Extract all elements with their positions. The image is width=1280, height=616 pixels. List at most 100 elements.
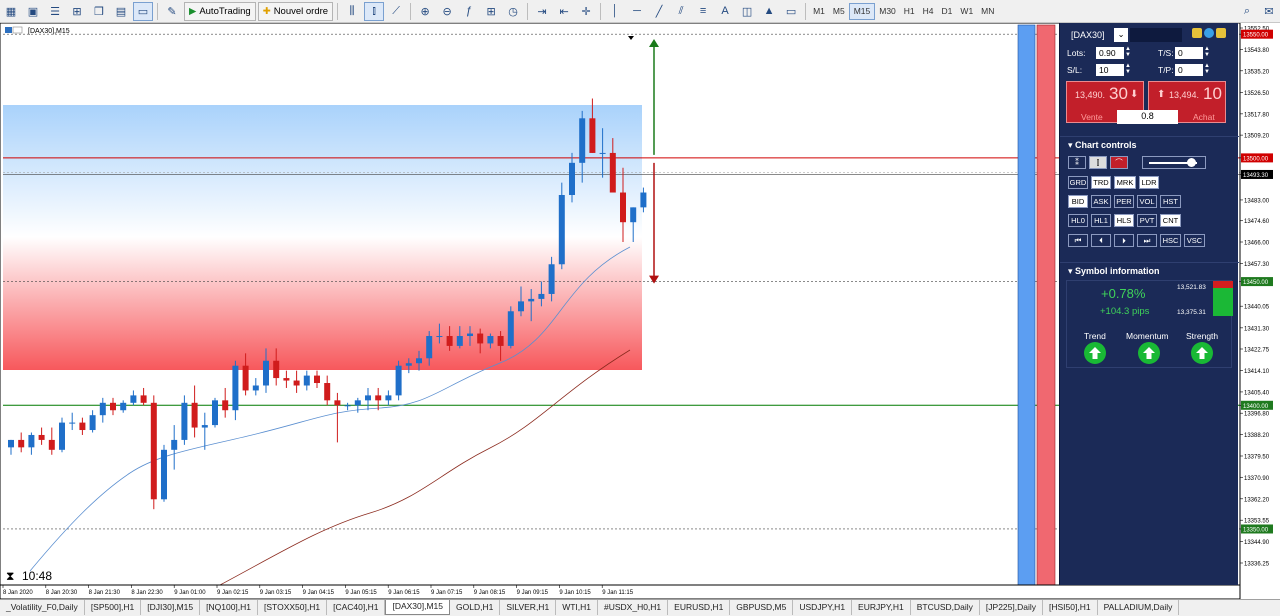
- timeframe-h4[interactable]: H4: [919, 3, 938, 20]
- zigzag-button[interactable]: ⁑: [1068, 156, 1086, 169]
- tp-input[interactable]: 0: [1175, 64, 1203, 76]
- chart-shift-icon[interactable]: ⇤: [554, 2, 574, 21]
- chart-tab[interactable]: [DAX30],M15: [385, 600, 451, 615]
- lots-stepper[interactable]: ▲ ▼: [1125, 46, 1131, 58]
- candles-button[interactable]: ⫿: [1089, 156, 1107, 169]
- text-icon[interactable]: A: [715, 2, 735, 21]
- new-order-button[interactable]: ✚ Nouvel ordre: [257, 1, 334, 21]
- chart-tab[interactable]: [HSI50],H1: [1043, 600, 1098, 615]
- chart-tab[interactable]: EURJPY,H1: [852, 600, 911, 615]
- zoom-out-icon[interactable]: ⊖: [437, 2, 457, 21]
- chart-tab[interactable]: WTI,H1: [556, 600, 598, 615]
- chart-tab[interactable]: BTCUSD,Daily: [911, 600, 980, 615]
- first-bar-button[interactable]: ⏮: [1068, 234, 1088, 247]
- terminal-icon[interactable]: ▤: [111, 2, 131, 21]
- shapes-icon[interactable]: ▲: [759, 2, 779, 21]
- cnt-button[interactable]: CNT: [1160, 214, 1181, 227]
- timeframe-w1[interactable]: W1: [956, 3, 977, 20]
- tp-stepper[interactable]: ▲ ▼: [1204, 63, 1210, 75]
- symbol-dropdown[interactable]: ⌄: [1114, 28, 1128, 42]
- pvt-button[interactable]: PVT: [1137, 214, 1157, 227]
- timeframe-m30[interactable]: M30: [875, 3, 900, 20]
- ts-input[interactable]: 0: [1175, 47, 1203, 59]
- line-chart-icon[interactable]: ⟋: [386, 2, 406, 21]
- hls-button[interactable]: HLS: [1114, 214, 1134, 227]
- hl0-button[interactable]: HL0: [1068, 214, 1088, 227]
- hsc-button[interactable]: HSC: [1160, 234, 1181, 247]
- chart-tab[interactable]: [NQ100],H1: [200, 600, 259, 615]
- symbol-input[interactable]: [1130, 28, 1182, 42]
- per-button[interactable]: PER: [1114, 195, 1134, 208]
- fibonacci-icon[interactable]: ≡: [693, 2, 713, 21]
- sl-input[interactable]: 10: [1096, 64, 1124, 76]
- tester-icon[interactable]: ▭: [133, 1, 153, 21]
- timeframe-m5[interactable]: M5: [829, 3, 849, 20]
- indicators-icon[interactable]: ƒ: [459, 2, 479, 21]
- data-window-icon[interactable]: ⊞: [67, 2, 87, 21]
- autotrading-button[interactable]: ▶ AutoTrading: [184, 1, 256, 21]
- lots-input[interactable]: 0.90: [1096, 47, 1124, 59]
- tile-windows-icon[interactable]: ⊞: [481, 2, 501, 21]
- channel-icon[interactable]: ⫽: [671, 2, 691, 21]
- sl-stepper[interactable]: ▲ ▼: [1125, 63, 1131, 75]
- hl1-button[interactable]: HL1: [1091, 214, 1111, 227]
- chart-tab[interactable]: GOLD,H1: [450, 600, 501, 615]
- chart-tab[interactable]: [DJI30],M15: [141, 600, 201, 615]
- info-icon[interactable]: [1204, 28, 1214, 38]
- chart-tab[interactable]: [SP500],H1: [85, 600, 142, 615]
- metaeditor-icon[interactable]: ✎: [162, 2, 182, 21]
- slider-thumb[interactable]: [1187, 158, 1196, 167]
- chart-tab[interactable]: SILVER,H1: [500, 600, 557, 615]
- horizontal-line-icon[interactable]: ─: [627, 2, 647, 21]
- search-icon[interactable]: ⌕: [1237, 2, 1257, 21]
- window-icon[interactable]: [1216, 28, 1226, 38]
- settings-icon[interactable]: [1192, 28, 1202, 38]
- chart-tab[interactable]: EURUSD,H1: [668, 600, 731, 615]
- autoscroll-icon[interactable]: ⇥: [532, 2, 552, 21]
- trendline-icon[interactable]: ╱: [649, 2, 669, 21]
- mrk-button[interactable]: MRK: [1114, 176, 1136, 189]
- curve-button[interactable]: ⌒: [1110, 156, 1128, 169]
- navigator-icon[interactable]: ❒: [89, 2, 109, 21]
- bid-button[interactable]: BID: [1068, 195, 1088, 208]
- ts-stepper[interactable]: ▲ ▼: [1204, 46, 1210, 58]
- zoom-in-icon[interactable]: ⊕: [415, 2, 435, 21]
- bar-chart-icon[interactable]: ⫼: [342, 2, 362, 21]
- chart-tab[interactable]: _Volatility_F0,Daily: [0, 600, 85, 615]
- chart-controls-header[interactable]: ▾ Chart controls: [1060, 136, 1239, 152]
- ask-button[interactable]: ASK: [1091, 195, 1111, 208]
- grd-button[interactable]: GRD: [1068, 176, 1088, 189]
- next-bar-button[interactable]: ⏵: [1114, 234, 1134, 247]
- chart-tab[interactable]: [STOXX50],H1: [258, 600, 328, 615]
- chart-tab[interactable]: [CAC40],H1: [327, 600, 386, 615]
- timeframe-d1[interactable]: D1: [938, 3, 957, 20]
- chat-icon[interactable]: ✉: [1259, 2, 1279, 21]
- chart-tab[interactable]: PALLADIUM,Daily: [1098, 600, 1180, 615]
- periods-icon[interactable]: ◷: [503, 2, 523, 21]
- vol-button[interactable]: VOL: [1137, 195, 1157, 208]
- rectangle-icon[interactable]: ▭: [781, 2, 801, 21]
- vertical-line-icon[interactable]: │: [605, 2, 625, 21]
- prev-bar-button[interactable]: ⏴: [1091, 234, 1111, 247]
- symbol-info-header[interactable]: ▾ Symbol information: [1060, 262, 1239, 278]
- new-chart-icon[interactable]: ▦: [1, 2, 21, 21]
- timeframe-m15[interactable]: M15: [848, 2, 876, 20]
- opacity-slider[interactable]: [1142, 156, 1206, 169]
- timeframe-mn[interactable]: MN: [977, 3, 998, 20]
- candlestick-icon[interactable]: ⫾: [364, 1, 385, 21]
- chart-tab[interactable]: USDJPY,H1: [793, 600, 853, 615]
- chart-tab[interactable]: #USDX_H0,H1: [598, 600, 669, 615]
- crosshair-icon[interactable]: ✛: [576, 2, 596, 21]
- ldr-button[interactable]: LDR: [1139, 176, 1159, 189]
- timeframe-m1[interactable]: M1: [809, 3, 829, 20]
- profiles-icon[interactable]: ▣: [23, 2, 43, 21]
- market-watch-icon[interactable]: ☰: [45, 2, 65, 21]
- hst-button[interactable]: HST: [1160, 195, 1181, 208]
- chart-tab[interactable]: [JP225],Daily: [980, 600, 1044, 615]
- trd-button[interactable]: TRD: [1091, 176, 1111, 189]
- label-icon[interactable]: ◫: [737, 2, 757, 21]
- vsc-button[interactable]: VSC: [1184, 234, 1205, 247]
- chart-tab[interactable]: GBPUSD,M5: [730, 600, 794, 615]
- timeframe-h1[interactable]: H1: [900, 3, 919, 20]
- last-bar-button[interactable]: ⏭: [1137, 234, 1157, 247]
